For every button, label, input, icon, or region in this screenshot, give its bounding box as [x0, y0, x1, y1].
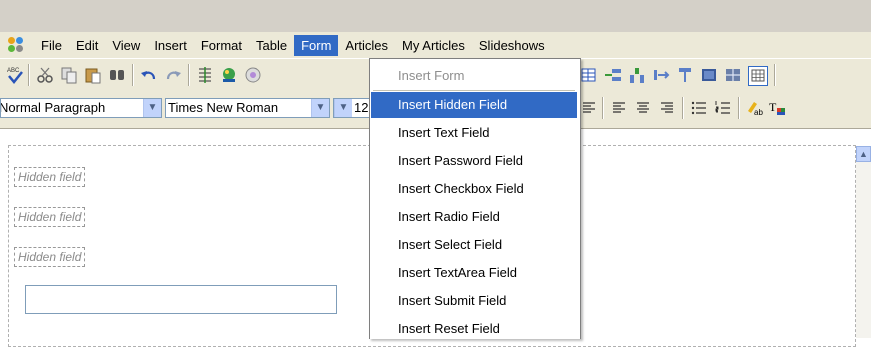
svg-text:ab: ab — [754, 108, 763, 117]
delete-column-icon[interactable] — [676, 66, 694, 84]
font-family-select[interactable]: Times New Roman ▼ — [165, 98, 330, 118]
menu-file[interactable]: File — [34, 35, 69, 56]
title-strip — [0, 0, 871, 32]
highlight-color-icon[interactable]: ab — [746, 99, 764, 117]
menu-item-insert-checkbox-field[interactable]: Insert Checkbox Field — [371, 176, 577, 202]
menu-bar: File Edit View Insert Format Table Form … — [0, 32, 871, 58]
chevron-down-icon[interactable]: ▼ — [334, 99, 352, 117]
menu-slideshows[interactable]: Slideshows — [472, 35, 552, 56]
toolbar-separator — [132, 64, 134, 86]
spellcheck-icon[interactable]: ABC — [6, 66, 24, 84]
scroll-up-icon[interactable]: ▲ — [856, 146, 871, 162]
align-center-icon[interactable] — [634, 99, 652, 117]
align-right-icon[interactable] — [658, 99, 676, 117]
numbered-list-icon[interactable] — [714, 99, 732, 117]
undo-icon[interactable] — [140, 66, 158, 84]
menu-item-insert-select-field[interactable]: Insert Select Field — [371, 232, 577, 258]
chevron-down-icon[interactable]: ▼ — [143, 99, 161, 117]
menu-articles[interactable]: Articles — [338, 35, 395, 56]
menu-table[interactable]: Table — [249, 35, 294, 56]
text-color-icon[interactable]: T — [768, 99, 786, 117]
svg-text:T: T — [769, 100, 777, 114]
menu-view[interactable]: View — [105, 35, 147, 56]
menu-edit[interactable]: Edit — [69, 35, 105, 56]
paragraph-style-select[interactable]: Normal Paragraph ▼ — [0, 98, 162, 118]
split-cell-icon[interactable] — [724, 66, 742, 84]
table-properties-icon[interactable] — [748, 66, 768, 86]
toolbar-separator — [28, 64, 30, 86]
horizontal-rule-icon[interactable] — [196, 66, 214, 84]
merge-cells-icon[interactable] — [700, 66, 718, 84]
menu-item-insert-radio-field[interactable]: Insert Radio Field — [371, 204, 577, 230]
hidden-field-placeholder[interactable]: Hidden field — [14, 167, 86, 187]
delete-row-icon[interactable] — [652, 66, 670, 84]
hidden-field-placeholder[interactable]: Hidden field — [14, 247, 86, 267]
toolbar-separator — [774, 64, 776, 86]
table-insert-icon[interactable] — [580, 66, 598, 84]
menu-item-insert-reset-field[interactable]: Insert Reset Field — [371, 316, 577, 342]
menu-insert[interactable]: Insert — [147, 35, 194, 56]
text-field-element[interactable] — [25, 285, 337, 314]
image-icon[interactable] — [220, 66, 238, 84]
paragraph-style-value: Normal Paragraph — [0, 100, 106, 115]
font-size-value: 12 — [354, 100, 369, 115]
app-logo-icon — [8, 37, 24, 53]
font-family-value: Times New Roman — [168, 100, 279, 115]
align-left-icon[interactable] — [610, 99, 628, 117]
menu-item-insert-form: Insert Form — [398, 68, 465, 83]
align-left-icon[interactable] — [580, 99, 598, 117]
paste-icon[interactable] — [84, 66, 102, 84]
svg-text:ABC: ABC — [7, 68, 20, 74]
menu-format[interactable]: Format — [194, 35, 249, 56]
link-icon[interactable] — [244, 66, 262, 84]
menu-item-insert-hidden-field[interactable]: Insert Hidden Field — [371, 92, 577, 118]
menu-my-articles[interactable]: My Articles — [395, 35, 472, 56]
hidden-field-placeholder[interactable]: Hidden field — [14, 207, 86, 227]
toolbar-separator — [602, 97, 604, 119]
copy-icon[interactable] — [60, 66, 78, 84]
toolbar-separator — [738, 97, 740, 119]
toolbar-separator — [682, 97, 684, 119]
redo-icon[interactable] — [164, 66, 182, 84]
bulleted-list-icon[interactable] — [690, 99, 708, 117]
menu-item-insert-text-field[interactable]: Insert Text Field — [371, 120, 577, 146]
find-icon[interactable] — [108, 66, 126, 84]
insert-column-icon[interactable] — [628, 66, 646, 84]
vertical-scrollbar[interactable]: ▲ — [856, 146, 871, 338]
menu-form[interactable]: Form — [294, 34, 339, 56]
menu-separator — [373, 90, 575, 91]
insert-row-icon[interactable] — [604, 66, 622, 84]
menu-item-insert-password-field[interactable]: Insert Password Field — [371, 148, 577, 174]
chevron-down-icon[interactable]: ▼ — [311, 99, 329, 117]
cut-icon[interactable] — [36, 66, 54, 84]
toolbar-separator — [188, 64, 190, 86]
form-menu-dropdown: Insert Form Insert Hidden Field Insert T… — [369, 58, 581, 339]
menu-item-insert-submit-field[interactable]: Insert Submit Field — [371, 288, 577, 314]
menu-item-insert-textarea-field[interactable]: Insert TextArea Field — [371, 260, 577, 286]
